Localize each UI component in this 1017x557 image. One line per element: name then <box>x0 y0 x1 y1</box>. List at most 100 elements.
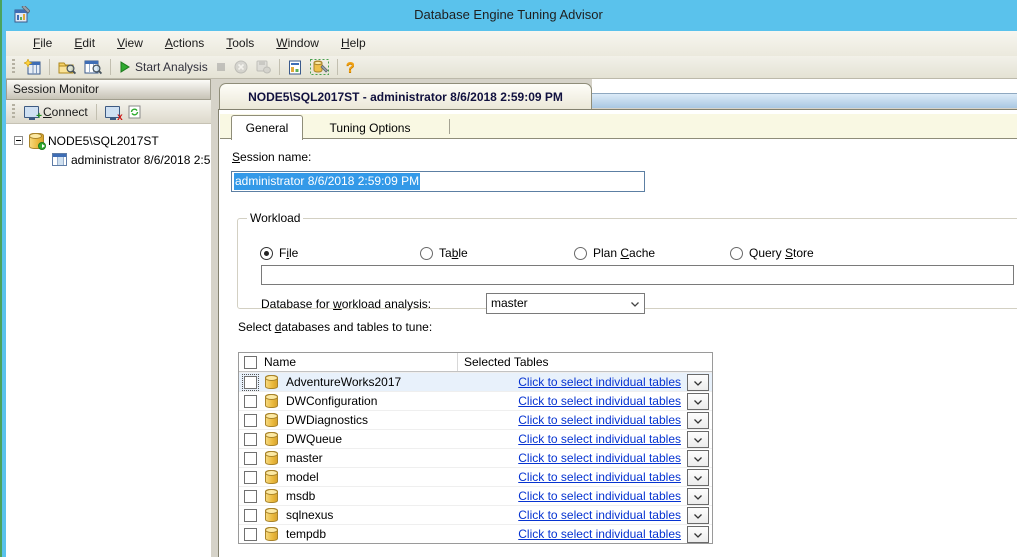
select-all-checkbox[interactable] <box>244 356 257 369</box>
select-individual-tables-link[interactable]: Click to select individual tables <box>518 527 681 541</box>
preview-report-button[interactable] <box>285 57 305 78</box>
connect-icon: + <box>24 106 39 118</box>
tables-dropdown[interactable] <box>687 526 709 543</box>
chevron-down-icon <box>694 495 702 500</box>
tab-general[interactable]: General <box>231 115 303 140</box>
row-checkbox[interactable] <box>243 470 258 485</box>
radio-file[interactable]: File <box>260 246 298 260</box>
tables-dropdown[interactable] <box>687 488 709 505</box>
menu-window[interactable]: Window <box>265 31 330 56</box>
open-workload-file-button[interactable] <box>55 57 79 78</box>
table-row[interactable]: tempdb Click to select individual tables <box>239 524 712 543</box>
database-icon <box>265 375 278 389</box>
row-checkbox[interactable] <box>243 413 258 428</box>
menu-view[interactable]: View <box>106 31 154 56</box>
row-checkbox[interactable] <box>243 394 258 409</box>
select-individual-tables-link[interactable]: Click to select individual tables <box>518 508 681 522</box>
column-divider[interactable] <box>457 353 458 371</box>
cancel-icon <box>234 60 248 74</box>
row-checkbox[interactable] <box>243 375 258 390</box>
select-individual-tables-link[interactable]: Click to select individual tables <box>518 413 681 427</box>
help-button[interactable]: ? <box>343 57 358 78</box>
start-analysis-button[interactable]: Start Analysis <box>116 57 211 78</box>
table-row[interactable]: DWConfiguration Click to select individu… <box>239 391 712 410</box>
workload-file-input[interactable] <box>261 265 1014 285</box>
tables-dropdown[interactable] <box>687 393 709 410</box>
database-icon <box>265 527 278 541</box>
databases-table: Name Selected Tables AdventureWorks2017 … <box>238 352 713 544</box>
collapse-icon[interactable] <box>14 136 23 145</box>
tree-node-server[interactable]: NODE5\SQL2017ST <box>6 131 211 150</box>
session-icon <box>52 153 67 166</box>
menu-edit[interactable]: Edit <box>63 31 106 56</box>
tables-dropdown[interactable] <box>687 469 709 486</box>
select-individual-tables-link[interactable]: Click to select individual tables <box>518 451 681 465</box>
row-checkbox[interactable] <box>243 451 258 466</box>
connect-button[interactable]: + Connect <box>21 101 91 122</box>
session-name-input[interactable]: administrator 8/6/2018 2:59:09 PM <box>231 171 645 192</box>
tab-tuning-options[interactable]: Tuning Options <box>310 117 430 139</box>
document-area: NODE5\SQL2017ST - administrator 8/6/2018… <box>218 79 1017 557</box>
table-row[interactable]: msdb Click to select individual tables <box>239 486 712 505</box>
tree-node-session[interactable]: administrator 8/6/2018 2:59:09 PM <box>6 150 211 169</box>
row-checkbox[interactable] <box>243 489 258 504</box>
table-row[interactable]: DWQueue Click to select individual table… <box>239 429 712 448</box>
database-name: sqlnexus <box>286 508 333 522</box>
radio-plan-cache[interactable]: Plan Cache <box>574 246 655 260</box>
select-individual-tables-link[interactable]: Click to select individual tables <box>518 375 681 389</box>
selected-text: administrator 8/6/2018 2:59:09 PM <box>234 173 420 190</box>
menu-tools[interactable]: Tools <box>215 31 265 56</box>
window-title: Database Engine Tuning Advisor <box>0 7 1017 22</box>
disconnect-button[interactable]: x <box>102 101 123 122</box>
column-header-selected-tables: Selected Tables <box>464 355 549 369</box>
table-row[interactable]: DWDiagnostics Click to select individual… <box>239 410 712 429</box>
stop-analysis-button[interactable] <box>213 57 229 78</box>
chevron-down-icon <box>694 400 702 405</box>
tables-dropdown[interactable] <box>687 374 709 391</box>
inner-tab-strip: General Tuning Options <box>220 114 1017 139</box>
select-individual-tables-link[interactable]: Click to select individual tables <box>518 394 681 408</box>
toolbar-grip[interactable] <box>12 104 15 120</box>
toolbar-grip[interactable] <box>12 59 15 75</box>
menu-help[interactable]: Help <box>330 31 377 56</box>
menu-actions[interactable]: Actions <box>154 31 215 56</box>
row-checkbox[interactable] <box>243 527 258 542</box>
chevron-down-icon <box>694 514 702 519</box>
toolbar-separator <box>337 59 338 75</box>
radio-query-store[interactable]: Query Store <box>730 246 814 260</box>
row-checkbox[interactable] <box>243 508 258 523</box>
database-icon <box>265 489 278 503</box>
tune-database-button[interactable] <box>307 57 332 78</box>
table-row[interactable]: sqlnexus Click to select individual tabl… <box>239 505 712 524</box>
tables-dropdown[interactable] <box>687 450 709 467</box>
session-document-tab[interactable]: NODE5\SQL2017ST - administrator 8/6/2018… <box>219 83 592 109</box>
select-individual-tables-link[interactable]: Click to select individual tables <box>518 432 681 446</box>
import-workload-icon <box>84 60 102 75</box>
radio-table[interactable]: Table <box>420 246 468 260</box>
title-bar[interactable]: Database Engine Tuning Advisor <box>0 0 1017 31</box>
select-individual-tables-link[interactable]: Click to select individual tables <box>518 489 681 503</box>
apply-recommendations-button[interactable] <box>253 57 274 78</box>
select-individual-tables-link[interactable]: Click to select individual tables <box>518 470 681 484</box>
menu-bar: File Edit View Actions Tools Window Help <box>6 31 1017 56</box>
database-analysis-dropdown[interactable]: master <box>486 293 645 314</box>
new-session-button[interactable] <box>21 57 44 78</box>
cancel-button[interactable] <box>231 57 251 78</box>
tables-dropdown[interactable] <box>687 412 709 429</box>
database-icon <box>265 432 278 446</box>
tables-dropdown[interactable] <box>687 431 709 448</box>
tables-dropdown[interactable] <box>687 507 709 524</box>
menu-file[interactable]: File <box>22 31 63 56</box>
chevron-down-icon <box>694 457 702 462</box>
table-row[interactable]: AdventureWorks2017 Click to select indiv… <box>239 372 712 391</box>
table-row[interactable]: model Click to select individual tables <box>239 467 712 486</box>
toolbar-separator <box>279 59 280 75</box>
table-row[interactable]: master Click to select individual tables <box>239 448 712 467</box>
refresh-button[interactable] <box>125 101 144 122</box>
row-checkbox[interactable] <box>243 432 258 447</box>
database-icon <box>265 470 278 484</box>
import-workload-button[interactable] <box>81 57 105 78</box>
radio-unchecked-icon <box>730 247 743 260</box>
toolbar-separator <box>49 59 50 75</box>
chevron-down-icon <box>694 476 702 481</box>
